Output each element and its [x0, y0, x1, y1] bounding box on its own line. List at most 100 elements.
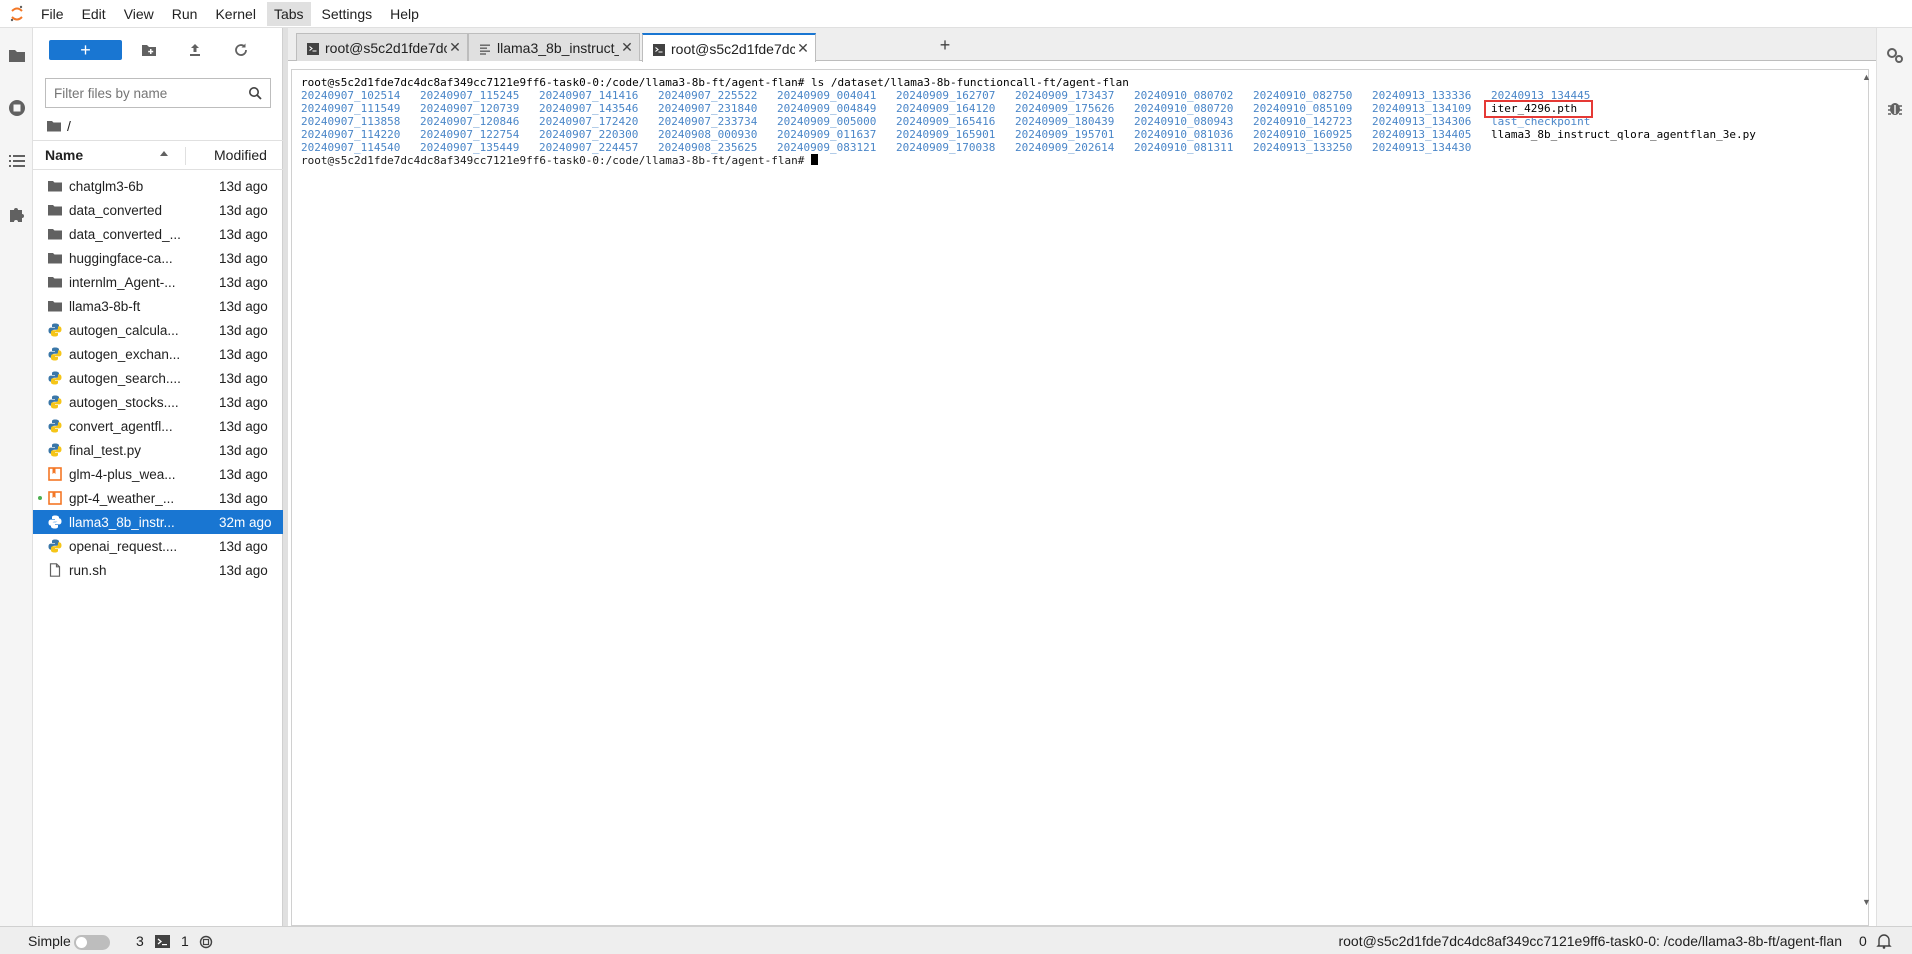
property-inspector-tab[interactable]	[1877, 28, 1912, 81]
listing-directory: 20240913_133250	[1253, 141, 1353, 155]
tab-text[interactable]: llama3_8b_instruct_qlora_a✕	[468, 33, 640, 61]
python-file-icon	[48, 443, 62, 457]
listing-column: 20240907_141416 20240907_143546 20240907_1…	[539, 89, 638, 154]
listing-column: 20240909_173437 20240909_175626 20240909_1…	[1015, 89, 1114, 154]
listing-directory: 20240907_114540	[301, 141, 401, 155]
menu-help[interactable]: Help	[383, 2, 426, 26]
folder-icon	[48, 299, 62, 313]
listing-directory: 20240913_134306	[1372, 115, 1472, 129]
listing-file: llama3_8b_instruct_qlora_agentflan_3e.py	[1491, 128, 1756, 142]
terminal-icon	[307, 42, 319, 55]
file-modified: 13d ago	[219, 538, 268, 554]
listing-directory: 20240910_080702	[1134, 89, 1234, 102]
menu-edit[interactable]: Edit	[75, 2, 113, 26]
close-icon[interactable]: ✕	[447, 39, 463, 56]
listing-directory: 20240907_115245	[420, 89, 520, 102]
breadcrumb-root[interactable]: /	[67, 118, 71, 134]
stop-circle-icon	[8, 99, 25, 116]
menu-view[interactable]: View	[117, 2, 161, 26]
file-item[interactable]: autogen_search.... 13d ago	[33, 366, 283, 390]
file-modified: 13d ago	[219, 418, 268, 434]
terminal-count[interactable]: 1	[181, 933, 189, 949]
file-item[interactable]: gpt-4_weather_... 13d ago	[33, 486, 283, 510]
file-item[interactable]: glm-4-plus_wea... 13d ago	[33, 462, 283, 486]
column-divider[interactable]	[185, 147, 186, 165]
listing-directory: 20240909_202614	[1015, 141, 1115, 155]
upload-icon[interactable]	[187, 42, 203, 58]
listing-directory: 20240910_080720	[1134, 102, 1234, 116]
sort-ascending-icon[interactable]	[159, 149, 169, 157]
file-modified: 13d ago	[219, 466, 268, 482]
bell-icon[interactable]	[1876, 933, 1892, 949]
kernel-status-icon[interactable]	[199, 935, 213, 949]
listing-directory: 20240909_180439	[1015, 115, 1115, 129]
menu-run[interactable]: Run	[165, 2, 205, 26]
folder-icon	[48, 275, 62, 289]
file-item[interactable]: autogen_calcula... 13d ago	[33, 318, 283, 342]
highlight-box	[1484, 100, 1593, 118]
terminal-icon[interactable]	[155, 935, 170, 948]
listing-directory: 20240907_225522	[658, 89, 758, 102]
column-header-modified[interactable]: Modified	[214, 147, 267, 163]
new-folder-icon[interactable]	[141, 42, 157, 58]
tab-terminal[interactable]: root@s5c2d1fde7dc4dc8a✕	[642, 33, 816, 62]
panel-splitter[interactable]	[283, 28, 288, 926]
new-launcher-button[interactable]: +	[49, 40, 122, 60]
file-filter	[45, 78, 271, 108]
file-item[interactable]: autogen_stocks.... 13d ago	[33, 390, 283, 414]
file-item[interactable]: data_converted 13d ago	[33, 198, 283, 222]
file-name: data_converted	[69, 202, 163, 218]
python-file-icon	[48, 347, 62, 361]
file-item[interactable]: run.sh 13d ago	[33, 558, 283, 582]
close-icon[interactable]: ✕	[795, 40, 811, 57]
root-folder-icon[interactable]	[47, 120, 61, 132]
file-item[interactable]: internlm_Agent-... 13d ago	[33, 270, 283, 294]
list-icon	[8, 154, 25, 167]
status-bar: Simple 3 1 root@s5c2d1fde7dc4dc8af349cc7…	[0, 926, 1912, 954]
simple-mode-label: Simple	[28, 933, 71, 949]
file-list-header: Name Modified	[33, 140, 283, 170]
file-item[interactable]: autogen_exchan... 13d ago	[33, 342, 283, 366]
scroll-down-arrow-icon[interactable]: ▼	[1862, 897, 1871, 907]
column-header-name[interactable]: Name	[45, 147, 83, 163]
file-modified: 13d ago	[219, 226, 268, 242]
terminal-panel[interactable]: root@s5c2d1fde7dc4dc8af349cc7121e9ff6-ta…	[291, 69, 1869, 926]
file-item[interactable]: llama3-8b-ft 13d ago	[33, 294, 283, 318]
file-name: gpt-4_weather_...	[69, 490, 175, 506]
status-path: root@s5c2d1fde7dc4dc8af349cc7121e9ff6-ta…	[1338, 933, 1842, 949]
listing-column: 20240913_133336 20240913_134109 20240913_1…	[1372, 89, 1471, 154]
kernel-count[interactable]: 3	[136, 933, 144, 949]
file-item[interactable]: llama3_8b_instr... 32m ago	[33, 510, 283, 534]
file-name: huggingface-ca...	[69, 250, 173, 266]
file-item[interactable]: final_test.py 13d ago	[33, 438, 283, 462]
extension-manager-tab[interactable]	[0, 187, 33, 240]
add-tab-button[interactable]: +	[933, 33, 957, 57]
menu-kernel[interactable]: Kernel	[208, 2, 262, 26]
table-of-contents-tab[interactable]	[0, 134, 33, 187]
running-terminals-tab[interactable]	[0, 81, 33, 134]
menu-file[interactable]: File	[34, 2, 71, 26]
file-item[interactable]: huggingface-ca... 13d ago	[33, 246, 283, 270]
tab-terminal[interactable]: root@s5c2d1fde7dc4dc8a✕	[296, 33, 468, 61]
file-name: final_test.py	[69, 442, 142, 458]
menu-settings[interactable]: Settings	[315, 2, 380, 26]
file-browser-tab[interactable]	[0, 28, 33, 81]
file-item[interactable]: data_converted_... 13d ago	[33, 222, 283, 246]
file-item[interactable]: chatglm3-6b 13d ago	[33, 174, 283, 198]
file-modified: 13d ago	[219, 442, 268, 458]
file-item[interactable]: openai_request.... 13d ago	[33, 534, 283, 558]
simple-mode-toggle[interactable]	[74, 935, 110, 950]
close-icon[interactable]: ✕	[619, 39, 635, 56]
scroll-up-arrow-icon[interactable]: ▲	[1862, 72, 1871, 82]
notification-count[interactable]: 0	[1859, 933, 1867, 949]
menu-tabs[interactable]: Tabs	[266, 1, 311, 26]
python-file-icon	[48, 395, 62, 409]
refresh-icon[interactable]	[233, 42, 249, 58]
listing-column: 20240907_102514 20240907_111549 20240907_1…	[301, 89, 400, 154]
file-item[interactable]: convert_agentfl... 13d ago	[33, 414, 283, 438]
debugger-tab[interactable]	[1877, 81, 1912, 134]
listing-directory: 20240909_011637	[777, 128, 877, 142]
file-name: autogen_calcula...	[69, 322, 179, 338]
file-filter-input[interactable]	[54, 85, 244, 101]
listing-directory: 20240907_120846	[420, 115, 520, 129]
